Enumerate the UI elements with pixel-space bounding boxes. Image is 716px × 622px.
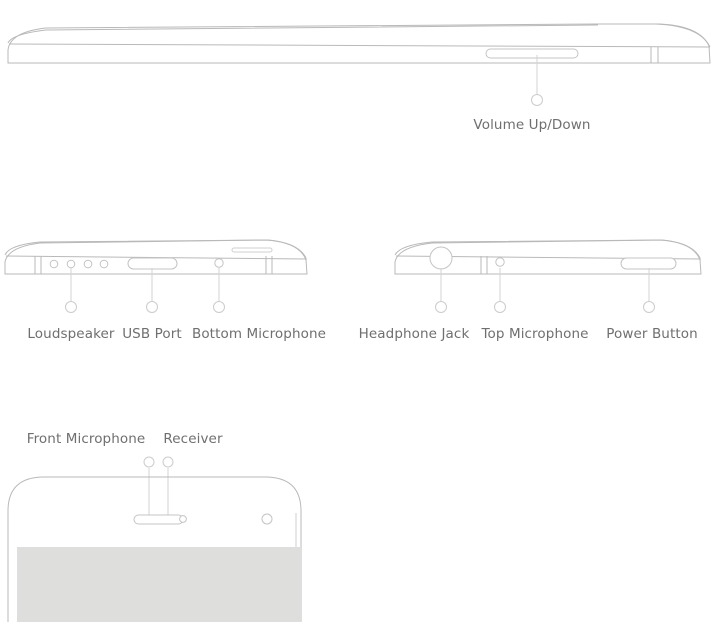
label-top-microphone: Top Microphone bbox=[480, 326, 588, 342]
label-power-button: Power Button bbox=[606, 326, 698, 342]
speaker-hole-icon bbox=[49, 259, 59, 269]
front-view: Front Microphone Receiver bbox=[8, 431, 302, 622]
power-button-icon bbox=[620, 257, 677, 270]
label-volume: Volume Up/Down bbox=[473, 117, 590, 133]
speaker-hole-icon bbox=[66, 259, 76, 269]
receiver-slot-icon bbox=[133, 514, 184, 525]
callout-dot-headphone-jack bbox=[435, 301, 447, 313]
speaker-hole-icon bbox=[99, 259, 109, 269]
label-loudspeaker: Loudspeaker bbox=[27, 326, 114, 342]
callout-dot-receiver bbox=[162, 456, 174, 468]
callout-dot-front-microphone bbox=[143, 456, 155, 468]
callout-dot-power-button bbox=[643, 301, 655, 313]
top-edge-view: Headphone Jack Top Microphone Power Butt… bbox=[359, 240, 701, 342]
right-side-view: Volume Up/Down bbox=[8, 24, 710, 133]
front-camera-icon bbox=[261, 513, 273, 525]
label-usb-port: USB Port bbox=[122, 326, 182, 342]
callout-dot-usb-port bbox=[146, 301, 158, 313]
label-headphone-jack: Headphone Jack bbox=[359, 326, 470, 342]
speaker-hole-icon bbox=[83, 259, 93, 269]
label-front-microphone: Front Microphone bbox=[27, 431, 146, 447]
callout-dot-volume bbox=[531, 94, 543, 106]
callout-dot-bottom-microphone bbox=[213, 301, 225, 313]
bottom-edge-view: Loudspeaker USB Port Bottom Microphone bbox=[5, 240, 326, 342]
volume-rocker-icon bbox=[485, 48, 579, 59]
callout-dot-top-microphone bbox=[494, 301, 506, 313]
label-bottom-microphone: Bottom Microphone bbox=[192, 326, 326, 342]
antenna-slot-icon bbox=[231, 247, 273, 253]
proximity-sensor-icon bbox=[179, 515, 187, 523]
screen-area bbox=[17, 547, 302, 622]
phone-hardware-diagram: Volume Up/Down Loudspeaker USB Port Bott… bbox=[0, 0, 716, 622]
usb-port-icon bbox=[127, 257, 178, 270]
microphone-pinhole-icon bbox=[495, 257, 505, 267]
callout-dot-loudspeaker bbox=[65, 301, 77, 313]
microphone-pinhole-icon bbox=[214, 258, 224, 268]
label-receiver: Receiver bbox=[163, 431, 223, 447]
headphone-jack-icon bbox=[429, 246, 453, 270]
